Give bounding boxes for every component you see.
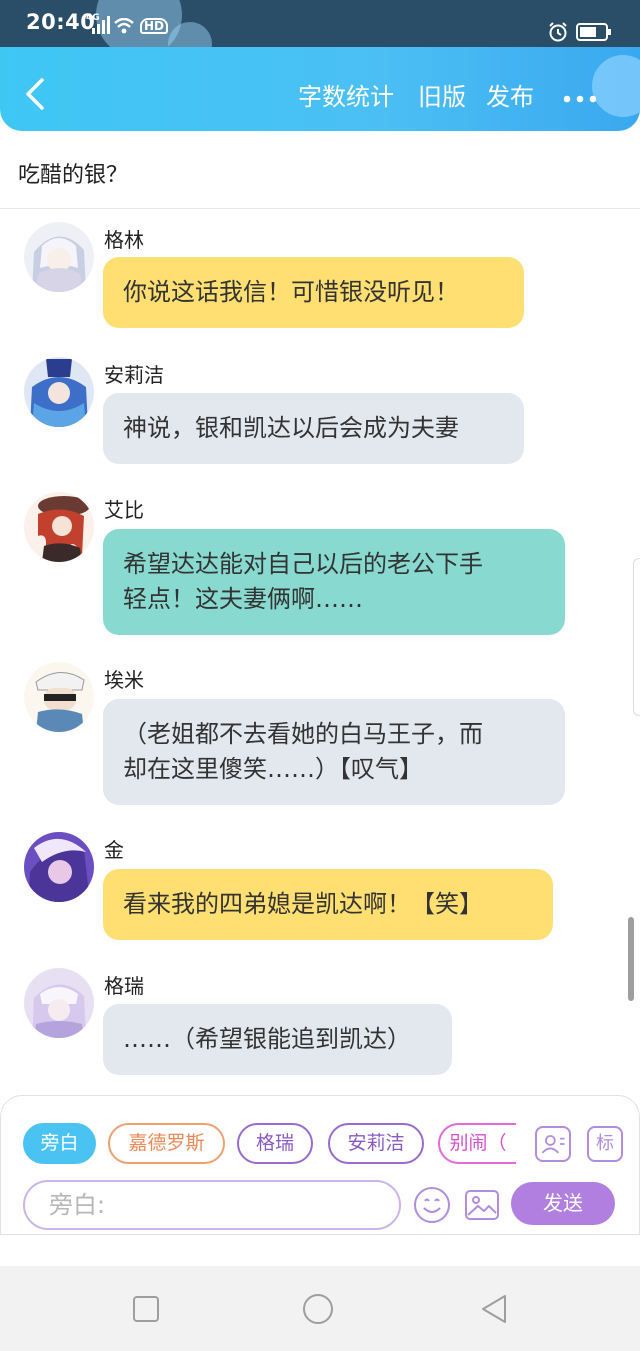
character-chip[interactable]: 别闹（ xyxy=(438,1123,516,1164)
message-bubble[interactable]: （老姐都不去看她的白马王子，而 却在这里傻笑……）【叹气】 xyxy=(103,699,565,805)
message-bubble[interactable]: 看来我的四弟媳是凯达啊！【笑】 xyxy=(103,869,553,940)
avatar[interactable] xyxy=(24,662,94,732)
character-chip[interactable]: 嘉德罗斯 xyxy=(108,1123,225,1164)
message-line: ……（希望银能追到凯达） xyxy=(123,1025,411,1053)
speaker-name: 艾比 xyxy=(104,498,144,522)
word-count-button[interactable]: 字数统计 xyxy=(298,83,394,111)
avatar[interactable] xyxy=(24,222,94,292)
avatar[interactable] xyxy=(24,357,94,427)
nav-back-triangle-icon[interactable] xyxy=(478,1293,510,1325)
message-line: 却在这里傻笑……）【叹气】 xyxy=(123,755,423,783)
back-arrow-icon[interactable] xyxy=(22,77,48,111)
nav-circle-icon[interactable] xyxy=(302,1293,334,1325)
message-bubble[interactable]: 希望达达能对自己以后的老公下手 轻点！这夫妻俩啊…… xyxy=(103,529,565,635)
image-icon[interactable] xyxy=(463,1186,501,1224)
story-title-row[interactable]: 吃醋的银？ xyxy=(0,131,640,209)
character-chip[interactable]: 格瑞 xyxy=(237,1123,313,1164)
send-button[interactable]: 发送 xyxy=(511,1182,615,1225)
message-line: 轻点！这夫妻俩啊…… xyxy=(123,585,363,613)
alarm-icon xyxy=(549,22,567,42)
message-line: 希望达达能对自己以后的老公下手 xyxy=(123,550,483,578)
speaker-name: 金 xyxy=(104,838,124,862)
emoji-icon[interactable] xyxy=(413,1186,451,1224)
publish-button[interactable]: 发布 xyxy=(486,83,534,111)
wifi-icon xyxy=(114,18,134,34)
system-navigation-bar xyxy=(0,1266,640,1351)
clock: 20:40 xyxy=(26,10,96,34)
message-input[interactable]: 旁白: xyxy=(23,1180,401,1230)
old-version-button[interactable]: 旧版 xyxy=(418,83,466,111)
speaker-name: 格林 xyxy=(104,228,144,252)
message-bubble[interactable]: 你说这话我信！可惜银没听见！ xyxy=(103,257,524,328)
character-chip[interactable]: 安莉洁 xyxy=(328,1123,424,1164)
avatar[interactable] xyxy=(24,832,94,902)
battery-icon xyxy=(576,23,611,41)
side-drawer-handle[interactable] xyxy=(633,558,640,716)
message-bubble[interactable]: 神说，银和凯达以后会成为夫妻 xyxy=(103,393,524,464)
person-card-icon[interactable] xyxy=(535,1126,571,1162)
message-line: 神说，银和凯达以后会成为夫妻 xyxy=(123,414,459,442)
speaker-name: 格瑞 xyxy=(104,974,144,998)
nav-square-icon[interactable] xyxy=(130,1293,162,1325)
message-bubble[interactable]: ……（希望银能追到凯达） xyxy=(103,1004,452,1075)
more-dots-icon[interactable] xyxy=(563,95,597,103)
avatar[interactable] xyxy=(24,492,94,562)
message-line: 看来我的四弟媳是凯达啊！【笑】 xyxy=(123,890,483,918)
avatar[interactable] xyxy=(24,968,94,1038)
decorative-bubble xyxy=(592,55,640,117)
composer-panel: 旁白 嘉德罗斯 格瑞 安莉洁 别闹（ 标 旁白: 发送 xyxy=(0,1095,640,1235)
signal-icon xyxy=(92,16,110,34)
speaker-name: 安莉洁 xyxy=(104,363,164,387)
tag-button[interactable]: 标 xyxy=(587,1126,623,1162)
top-app-bar: 字数统计 旧版 发布 xyxy=(0,47,640,131)
status-bar: 20:40 4G HD xyxy=(0,0,640,48)
speaker-name: 埃米 xyxy=(104,668,144,692)
scrollbar-thumb[interactable] xyxy=(628,917,634,1001)
message-line: （老姐都不去看她的白马王子，而 xyxy=(123,720,483,748)
story-title: 吃醋的银？ xyxy=(18,163,129,188)
hd-voice-icon: HD xyxy=(140,18,169,34)
message-line: 你说这话我信！可惜银没听见！ xyxy=(123,278,459,306)
character-chip-narration[interactable]: 旁白 xyxy=(23,1123,96,1164)
